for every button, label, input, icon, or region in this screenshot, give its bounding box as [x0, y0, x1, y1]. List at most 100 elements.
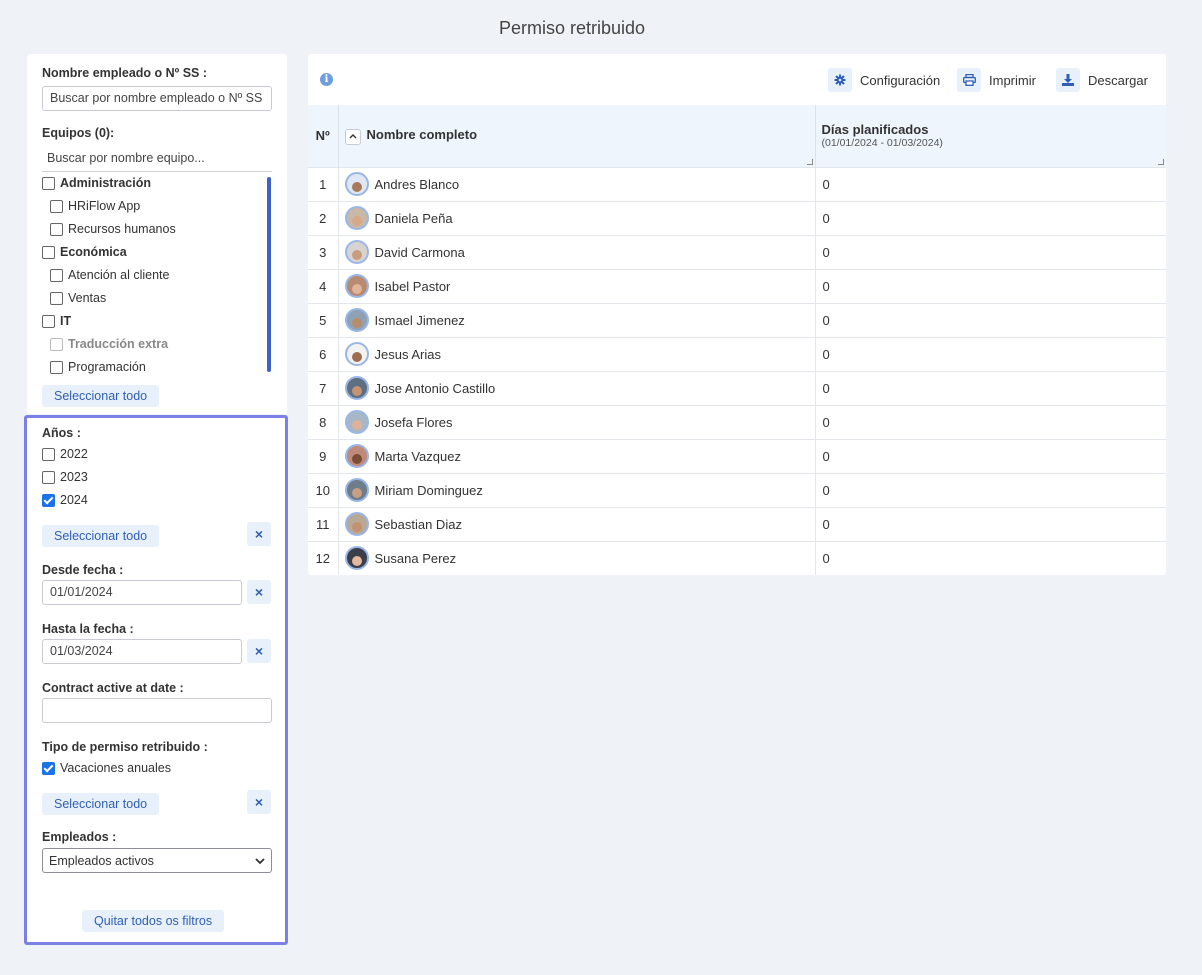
- table-row[interactable]: 1 Andres Blanco 0: [308, 167, 1166, 201]
- checkbox[interactable]: [50, 291, 63, 305]
- checkbox[interactable]: [50, 360, 63, 374]
- table-row[interactable]: 4 Isabel Pastor 0: [308, 269, 1166, 303]
- employee-name-cell[interactable]: Marta Vazquez: [338, 439, 816, 473]
- checkbox[interactable]: [42, 245, 55, 259]
- column-header-name-label: Nombre completo: [366, 127, 478, 142]
- column-resize-handle[interactable]: [1158, 158, 1164, 165]
- printer-icon: [957, 68, 981, 92]
- team-item[interactable]: Administración: [42, 176, 151, 190]
- column-header-number: Nº: [308, 105, 339, 167]
- table-row[interactable]: 11 Sebastian Diaz 0: [308, 507, 1166, 541]
- column-header-name[interactable]: Nombre completo: [338, 105, 816, 167]
- table-row[interactable]: 12 Susana Perez 0: [308, 541, 1166, 575]
- checkbox[interactable]: [42, 176, 55, 190]
- team-item[interactable]: Traducción extra: [50, 337, 168, 351]
- table-row[interactable]: 5 Ismael Jimenez 0: [308, 303, 1166, 337]
- employee-name: Andres Blanco: [374, 176, 460, 192]
- from-date-label: Desde fecha :: [42, 563, 124, 577]
- employee-name-cell[interactable]: David Carmona: [338, 235, 816, 269]
- employees-select[interactable]: Empleados activos: [42, 848, 272, 873]
- team-item[interactable]: Ventas: [50, 291, 106, 305]
- from-date-clear-button[interactable]: ×: [247, 580, 271, 604]
- download-button[interactable]: Descargar: [1056, 68, 1148, 92]
- team-item[interactable]: IT: [42, 314, 71, 328]
- to-date-label: Hasta la fecha :: [42, 622, 134, 636]
- employee-name-cell[interactable]: Andres Blanco: [338, 167, 816, 201]
- row-number: 12: [308, 541, 339, 575]
- table-row[interactable]: 10 Miriam Dominguez 0: [308, 473, 1166, 507]
- employee-name: David Carmona: [374, 244, 465, 260]
- leave-type-option[interactable]: Vacaciones anuales: [42, 761, 171, 775]
- planned-days-cell: 0: [822, 312, 830, 328]
- checkbox[interactable]: [50, 337, 63, 351]
- checkbox[interactable]: [50, 268, 63, 282]
- print-button[interactable]: Imprimir: [957, 68, 1036, 92]
- team-list-scrollbar[interactable]: [267, 177, 271, 372]
- team-item[interactable]: Recursos humanos: [50, 222, 176, 236]
- employee-name-cell[interactable]: Sebastian Diaz: [338, 507, 816, 541]
- team-item[interactable]: Económica: [42, 245, 127, 259]
- checkbox[interactable]: [42, 314, 55, 328]
- team-item[interactable]: Programación: [50, 360, 146, 374]
- table-row[interactable]: 9 Marta Vazquez 0: [308, 439, 1166, 473]
- team-search-input[interactable]: Buscar por nombre equipo...: [42, 146, 272, 172]
- column-header-days[interactable]: Días planificados (01/01/2024 - 01/03/20…: [815, 105, 1166, 167]
- leave-type-select-all-button[interactable]: Seleccionar todo: [42, 793, 160, 815]
- planned-days-cell: 0: [822, 380, 830, 396]
- employee-name-cell[interactable]: Miriam Dominguez: [338, 473, 816, 507]
- years-select-all-button[interactable]: Seleccionar todo: [42, 525, 160, 547]
- employee-name-cell[interactable]: Daniela Peña: [338, 201, 816, 235]
- to-date-clear-button[interactable]: ×: [247, 639, 271, 663]
- table-row[interactable]: 2 Daniela Peña 0: [308, 201, 1166, 235]
- to-date-input[interactable]: 01/03/2024: [42, 639, 242, 664]
- employee-name-cell[interactable]: Susana Perez: [338, 541, 816, 575]
- from-date-input[interactable]: 01/01/2024: [42, 580, 242, 605]
- employee-name: Josefa Flores: [374, 414, 453, 430]
- table-row[interactable]: 3 David Carmona 0: [308, 235, 1166, 269]
- row-number: 4: [308, 269, 339, 303]
- checkbox[interactable]: [42, 761, 55, 775]
- chevron-down-icon: [255, 854, 265, 868]
- configuration-button[interactable]: Configuración: [828, 68, 940, 92]
- column-resize-handle[interactable]: [806, 158, 813, 165]
- employee-name: Jose Antonio Castillo: [374, 380, 496, 396]
- employee-name: Susana Perez: [374, 550, 457, 566]
- team-item[interactable]: HRiFlow App: [50, 199, 140, 213]
- teams-select-all-button[interactable]: Seleccionar todo: [42, 385, 160, 407]
- employees-select-value: Empleados activos: [49, 853, 154, 868]
- row-number: 11: [308, 507, 339, 541]
- year-option[interactable]: 2024: [42, 493, 88, 507]
- close-icon: ×: [254, 584, 264, 600]
- table-row[interactable]: 6 Jesus Arias 0: [308, 337, 1166, 371]
- table-toolbar: i Configuración Imprimir Descargar: [308, 54, 1166, 105]
- employee-name-cell[interactable]: Ismael Jimenez: [338, 303, 816, 337]
- employee-name-cell[interactable]: Jose Antonio Castillo: [338, 371, 816, 405]
- leave-type-clear-button[interactable]: ×: [247, 790, 271, 814]
- checkbox[interactable]: [50, 199, 63, 213]
- team-item-label: HRiFlow App: [68, 199, 141, 213]
- employee-name-cell[interactable]: Jesus Arias: [338, 337, 816, 371]
- year-option[interactable]: 2022: [42, 447, 88, 461]
- close-icon: ×: [254, 526, 264, 542]
- remove-all-filters-button[interactable]: Quitar todos os filtros: [82, 910, 225, 932]
- sort-ascending-icon[interactable]: [344, 128, 361, 145]
- contract-active-input[interactable]: [42, 698, 272, 723]
- years-clear-button[interactable]: ×: [247, 522, 271, 546]
- employee-name-cell[interactable]: Isabel Pastor: [338, 269, 816, 303]
- checkbox[interactable]: [42, 447, 55, 461]
- employees-filter-label: Empleados :: [42, 830, 117, 844]
- planned-days-cell: 0: [822, 346, 830, 362]
- info-icon[interactable]: i: [320, 73, 333, 86]
- avatar: [344, 308, 369, 332]
- employee-name-cell[interactable]: Josefa Flores: [338, 405, 816, 439]
- year-option[interactable]: 2023: [42, 470, 88, 484]
- employee-search-input[interactable]: Buscar por nombre empleado o Nº SS: [42, 86, 272, 111]
- team-item[interactable]: Atención al cliente: [50, 268, 169, 282]
- checkbox[interactable]: [42, 493, 55, 507]
- checkbox[interactable]: [50, 222, 63, 236]
- table-row[interactable]: 7 Jose Antonio Castillo 0: [308, 371, 1166, 405]
- years-filter-label: Años :: [42, 426, 81, 440]
- table-row[interactable]: 8 Josefa Flores 0: [308, 405, 1166, 439]
- checkbox[interactable]: [42, 470, 55, 484]
- planned-days-cell: 0: [822, 516, 830, 532]
